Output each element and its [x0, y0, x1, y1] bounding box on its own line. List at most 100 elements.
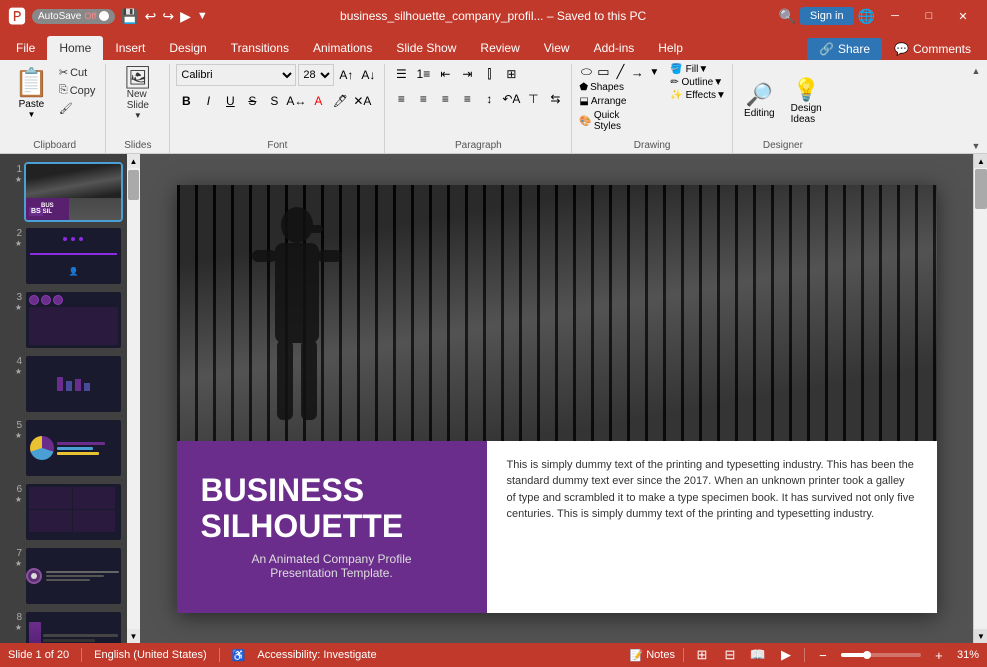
tab-design[interactable]: Design — [157, 36, 218, 60]
convert-smartart-button[interactable]: ⇆ — [545, 89, 565, 109]
font-color-button[interactable]: A — [308, 91, 328, 111]
numbering-button[interactable]: 1≡ — [413, 64, 433, 84]
redo-icon[interactable]: ↪ — [162, 8, 174, 25]
align-right-button[interactable]: ≡ — [435, 89, 455, 109]
right-scrollbar[interactable]: ▲ ▼ — [973, 154, 987, 643]
slide-panel[interactable]: 1 ★ BUSSIL 2 ★ — [0, 154, 127, 643]
reading-view-button[interactable]: 📖 — [748, 645, 768, 665]
normal-view-button[interactable]: ⊞ — [692, 645, 712, 665]
copy-icon: ⎘ — [59, 84, 68, 97]
highlight-button[interactable]: 🖊 — [330, 91, 350, 111]
shape-effects-button[interactable]: ✨ Effects▼ — [670, 90, 726, 101]
new-slide-button[interactable]: 🖼 NewSlide ▼ — [119, 64, 157, 123]
bold-button[interactable]: B — [176, 91, 196, 111]
quick-styles-button[interactable]: 🎨 Quick Styles — [578, 109, 648, 133]
font-name-select[interactable]: Calibri — [176, 64, 296, 86]
slide-canvas[interactable]: BUSINESS SILHOUETTE An Animated Company … — [177, 185, 937, 613]
slide-sorter-button[interactable]: ⊟ — [720, 645, 740, 665]
minimize-button[interactable]: ─ — [879, 0, 911, 32]
search-icon[interactable]: 🔍 — [778, 8, 795, 25]
slide-thumb-3[interactable]: 3 ★ — [4, 290, 123, 350]
tab-insert[interactable]: Insert — [103, 36, 157, 60]
char-spacing-button[interactable]: A↔ — [286, 91, 306, 111]
autosave-toggle[interactable]: AutoSave Off — [32, 9, 115, 24]
paste-button[interactable]: 📋 Paste ▼ — [10, 64, 53, 121]
zoom-in-button[interactable]: + — [929, 645, 949, 665]
increase-indent-button[interactable]: ⇥ — [457, 64, 477, 84]
font-size-select[interactable]: 28 — [298, 64, 334, 86]
line-spacing-button[interactable]: ↕ — [479, 89, 499, 109]
undo-icon[interactable]: ↩ — [145, 8, 157, 25]
align-center-button[interactable]: ≡ — [413, 89, 433, 109]
italic-button[interactable]: I — [198, 91, 218, 111]
clear-format-button[interactable]: ✕A — [352, 91, 372, 111]
shape-oval[interactable]: ⬭ — [578, 64, 594, 80]
text-direction-button[interactable]: ↶A — [501, 89, 521, 109]
slide-thumb-2[interactable]: 2 ★ 👤 — [4, 226, 123, 286]
sign-in-button[interactable]: Sign in — [800, 7, 854, 25]
slide-thumb-4[interactable]: 4 ★ — [4, 354, 123, 414]
ribbon-scroll-up[interactable]: ▲ — [969, 64, 983, 78]
tab-animations[interactable]: Animations — [301, 36, 384, 60]
slide-thumb-8[interactable]: 8 ★ — [4, 610, 123, 643]
increase-font-button[interactable]: A↑ — [336, 65, 356, 85]
slide-thumb-1[interactable]: 1 ★ BUSSIL — [4, 162, 123, 222]
tab-review[interactable]: Review — [468, 36, 531, 60]
tab-transitions[interactable]: Transitions — [219, 36, 301, 60]
editing-button[interactable]: 🔎 Editing — [740, 78, 779, 123]
slideshow-button[interactable]: ▶ — [776, 645, 796, 665]
align-left-button[interactable]: ≡ — [391, 89, 411, 109]
right-scroll-thumb[interactable] — [975, 169, 987, 209]
shape-rect[interactable]: ▭ — [595, 64, 611, 80]
slide-thumb-7[interactable]: 7 ★ — [4, 546, 123, 606]
shape-line[interactable]: ╱ — [612, 64, 628, 80]
design-ideas-button[interactable]: 💡 DesignIdeas — [787, 73, 826, 129]
slide-scroll-up[interactable]: ▲ — [127, 154, 140, 168]
save-icon[interactable]: 💾 — [121, 8, 138, 25]
copy-button[interactable]: ⎘ Copy — [55, 82, 100, 99]
right-scroll-down[interactable]: ▼ — [974, 629, 987, 643]
tab-help[interactable]: Help — [646, 36, 695, 60]
slide-panel-scrollbar[interactable]: ▲ ▼ — [127, 154, 140, 643]
shape-arrow[interactable]: → — [629, 64, 645, 80]
zoom-slider[interactable] — [841, 653, 921, 657]
slide-thumb-5[interactable]: 5 ★ — [4, 418, 123, 478]
arrange-button[interactable]: ⬓ Arrange — [578, 95, 638, 108]
tab-file[interactable]: File — [4, 36, 47, 60]
shape-more[interactable]: ▼ — [646, 64, 662, 80]
tab-home[interactable]: Home — [47, 36, 103, 60]
decrease-font-button[interactable]: A↓ — [358, 65, 378, 85]
tab-add-ins[interactable]: Add-ins — [582, 36, 647, 60]
cut-button[interactable]: ✂ Cut — [55, 64, 100, 81]
present-icon[interactable]: ▶ — [180, 8, 191, 25]
tab-slide-show[interactable]: Slide Show — [384, 36, 468, 60]
comments-button[interactable]: 💬 Comments — [882, 38, 983, 60]
shadow-button[interactable]: S — [264, 91, 284, 111]
zoom-handle[interactable] — [863, 651, 871, 659]
underline-button[interactable]: U — [220, 91, 240, 111]
format-painter-button[interactable]: 🖌 — [55, 100, 100, 117]
share-button[interactable]: 🔗 Share — [807, 38, 882, 60]
columns-button[interactable]: ⫿ — [479, 64, 499, 84]
slide-thumb-6[interactable]: 6 ★ — [4, 482, 123, 542]
justify-button[interactable]: ≡ — [457, 89, 477, 109]
right-scroll-up[interactable]: ▲ — [974, 154, 987, 168]
smartart-button[interactable]: ⊞ — [501, 64, 521, 84]
slide-scroll-thumb[interactable] — [128, 170, 139, 200]
globe-icon[interactable]: 🌐 — [858, 8, 875, 25]
customize-icon[interactable]: ▼ — [197, 10, 208, 22]
notes-button[interactable]: 📝 Notes — [630, 649, 675, 662]
close-button[interactable]: ✕ — [947, 0, 979, 32]
maximize-button[interactable]: □ — [913, 0, 945, 32]
shape-outline-button[interactable]: ✏ Outline▼ — [670, 77, 726, 88]
tab-view[interactable]: View — [532, 36, 582, 60]
bullets-button[interactable]: ☰ — [391, 64, 411, 84]
shape-fill-button[interactable]: 🪣 Fill▼ — [670, 64, 726, 75]
shapes-button[interactable]: ⬟ Shapes — [578, 81, 628, 94]
zoom-out-button[interactable]: − — [813, 645, 833, 665]
slide-scroll-down[interactable]: ▼ — [127, 629, 140, 643]
align-text-button[interactable]: ⊤ — [523, 89, 543, 109]
ribbon-scroll-down[interactable]: ▼ — [969, 139, 983, 153]
strikethrough-button[interactable]: S — [242, 91, 262, 111]
decrease-indent-button[interactable]: ⇤ — [435, 64, 455, 84]
